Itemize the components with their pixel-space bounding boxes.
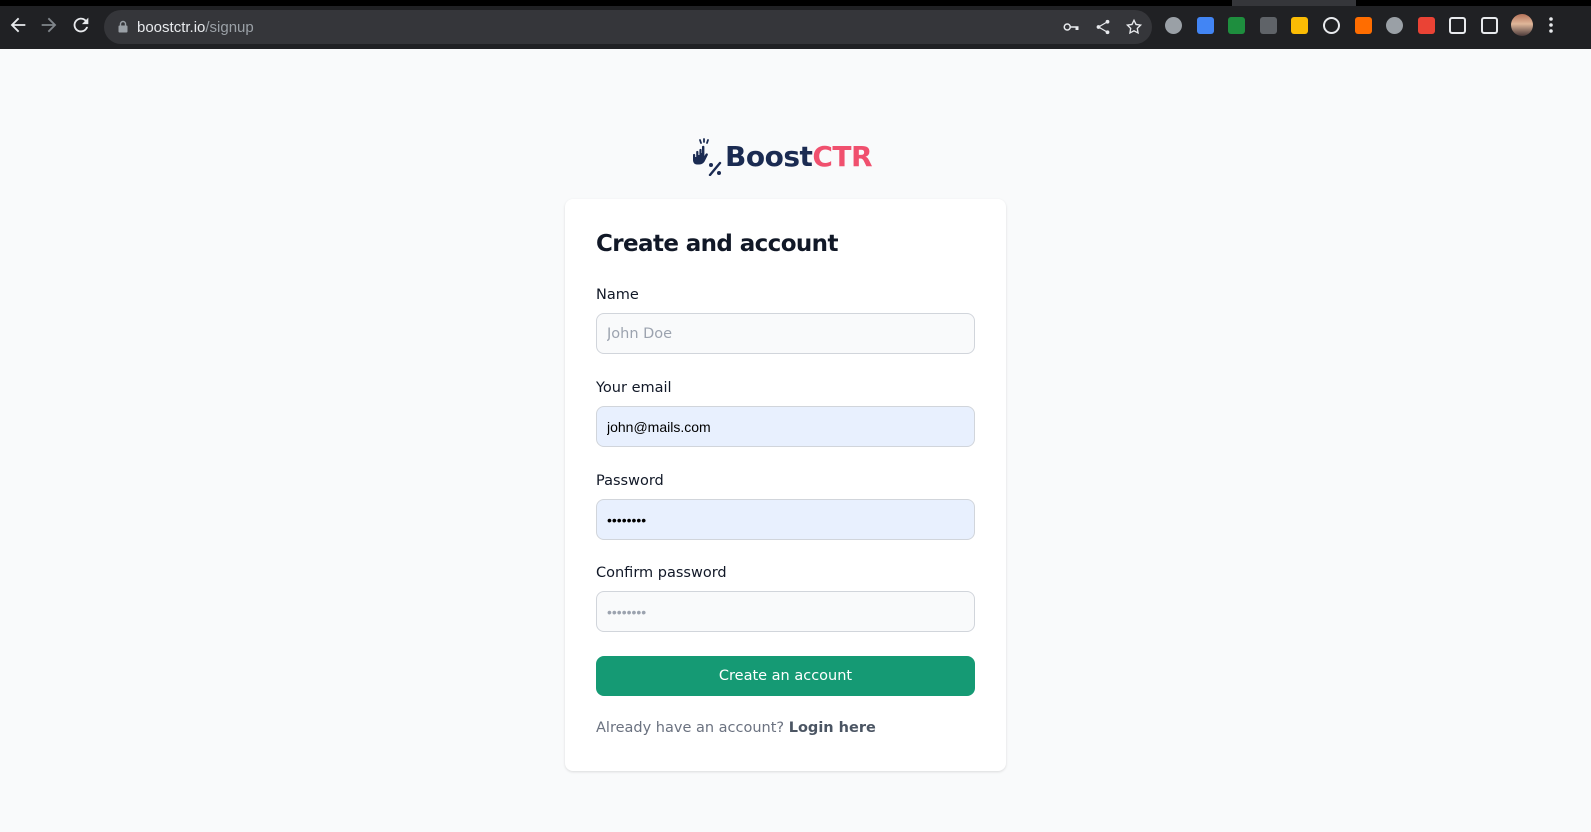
puzzle-icon[interactable] <box>1449 17 1467 34</box>
password-input[interactable] <box>596 499 975 540</box>
shield-icon[interactable] <box>1386 17 1404 34</box>
confirm-password-input[interactable] <box>596 591 975 632</box>
password-label: Password <box>596 473 664 489</box>
login-link[interactable]: Login here <box>789 720 876 736</box>
brand-name: BoostCTR <box>725 140 873 173</box>
browser-toolbar: boostctr.io/signup <box>0 0 1591 49</box>
create-account-button[interactable]: Create an account <box>596 656 975 696</box>
confirm-password-label: Confirm password <box>596 565 727 581</box>
atom-icon[interactable] <box>1323 17 1340 34</box>
key-icon[interactable] <box>1062 18 1080 36</box>
address-bar[interactable]: boostctr.io/signup <box>104 10 1152 44</box>
mail-icon[interactable] <box>1228 17 1246 34</box>
menu-icon[interactable] <box>1548 16 1554 34</box>
signup-card: Create and account Name Your email Passw… <box>565 199 1006 771</box>
back-icon[interactable] <box>7 14 29 36</box>
login-prompt: Already have an account? Login here <box>596 720 876 736</box>
login-prompt-text: Already have an account? <box>596 720 785 736</box>
share-icon[interactable] <box>1094 18 1112 36</box>
maps-icon[interactable] <box>1291 17 1309 34</box>
url-text: boostctr.io/signup <box>137 19 254 36</box>
reload-icon[interactable] <box>70 14 92 36</box>
email-label: Your email <box>596 380 672 396</box>
name-input[interactable] <box>596 313 975 354</box>
name-label: Name <box>596 287 639 303</box>
forward-icon[interactable] <box>38 14 60 36</box>
email-input[interactable] <box>596 406 975 447</box>
avatar[interactable] <box>1511 14 1533 36</box>
brackets-icon[interactable] <box>1259 17 1277 34</box>
docs-icon[interactable] <box>1196 17 1214 34</box>
flame-icon[interactable] <box>1354 17 1372 34</box>
glasses-icon[interactable] <box>1417 17 1435 34</box>
lock-icon <box>118 20 128 33</box>
tab-strip <box>0 0 1591 6</box>
sidepanel-icon[interactable] <box>1481 17 1498 34</box>
hand-pointer-icon <box>693 138 722 176</box>
page-title: Create and account <box>596 231 838 257</box>
adblock-icon[interactable] <box>1165 17 1182 34</box>
bookmark-star-icon[interactable] <box>1125 18 1143 36</box>
